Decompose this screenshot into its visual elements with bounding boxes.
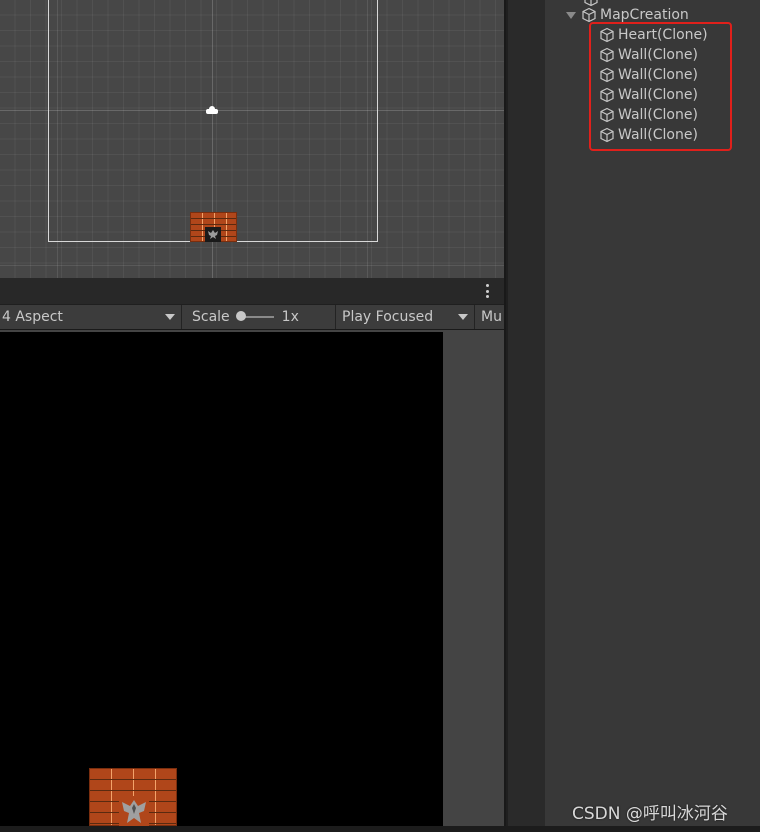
kebab-icon[interactable]	[480, 283, 494, 299]
eagle-icon	[119, 796, 149, 826]
scene-view[interactable]	[0, 0, 504, 278]
game-view-canvas[interactable]	[0, 332, 443, 826]
cube-icon	[600, 87, 614, 103]
mute-label: Mu	[481, 309, 502, 325]
play-mode-label: Play Focused	[342, 309, 434, 325]
game-view-toolbar: 4 Aspect Scale 1x Play Focused Mu	[0, 304, 504, 330]
scale-slider-handle[interactable]	[235, 311, 246, 321]
camera-gizmo-icon[interactable]	[205, 105, 219, 115]
hierarchy-item-label: Heart(Clone)	[618, 27, 708, 43]
scale-slider[interactable]	[235, 311, 274, 321]
hierarchy-item-label: Wall(Clone)	[618, 127, 698, 143]
cube-icon	[600, 107, 614, 123]
cube-icon	[582, 7, 596, 23]
aspect-label: 4 Aspect	[2, 309, 63, 325]
hierarchy-item-label: Wall(Clone)	[618, 67, 698, 83]
play-mode-dropdown[interactable]: Play Focused	[337, 305, 475, 329]
hierarchy-item-label: Wall(Clone)	[618, 47, 698, 63]
hierarchy-item-wall-clone[interactable]: Wall(Clone)	[599, 125, 698, 145]
hierarchy-item-wall-clone[interactable]: Wall(Clone)	[599, 105, 698, 125]
eagle-icon	[208, 230, 218, 239]
game-heart-eagle	[119, 796, 149, 826]
hierarchy-item-heart-clone[interactable]: Heart(Clone)	[599, 25, 708, 45]
mute-audio-toggle[interactable]: Mu	[476, 305, 504, 329]
cube-icon	[600, 67, 614, 83]
hierarchy-item-wall-clone[interactable]: Wall(Clone)	[599, 85, 698, 105]
grid-line	[0, 265, 504, 266]
panel-separator	[0, 278, 504, 304]
cube-icon	[600, 47, 614, 63]
hierarchy-item-label: MapCreation	[600, 7, 689, 23]
dropdown-arrow-icon	[165, 314, 175, 320]
dropdown-arrow-icon	[458, 314, 468, 320]
watermark-text: CSDN @呼叫冰河谷	[572, 804, 728, 824]
inspector-gutter	[508, 0, 545, 826]
hierarchy-item-label: Wall(Clone)	[618, 107, 698, 123]
hierarchy-item-label: Wall(Clone)	[618, 87, 698, 103]
scale-label: Scale	[192, 309, 230, 325]
hierarchy-item-wall-clone[interactable]: Wall(Clone)	[599, 65, 698, 85]
aspect-dropdown[interactable]: 4 Aspect	[0, 305, 182, 329]
bottom-edge	[0, 826, 760, 832]
camera-bounds	[48, 0, 378, 242]
cube-icon	[600, 27, 614, 43]
hierarchy-item-wall-clone[interactable]: Wall(Clone)	[599, 45, 698, 65]
cube-icon	[600, 127, 614, 143]
scene-heart-eagle[interactable]	[205, 227, 221, 242]
scale-control: Scale 1x	[184, 305, 336, 329]
scale-value: 1x	[281, 309, 299, 325]
expand-arrow-icon[interactable]	[566, 11, 576, 19]
hierarchy-item-mapcreation[interactable]: MapCreation	[566, 5, 689, 25]
